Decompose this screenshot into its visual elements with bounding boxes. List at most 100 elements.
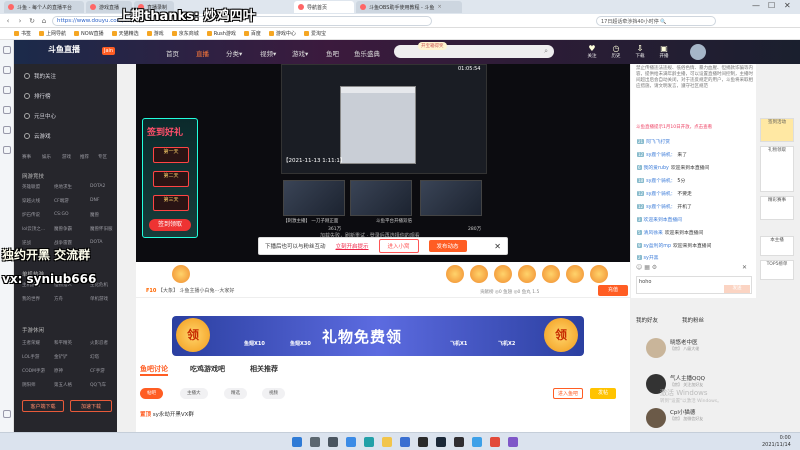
accelerate-download-button[interactable]: 加速下载 xyxy=(70,400,112,412)
nav-video[interactable]: 视频▾ xyxy=(260,48,276,58)
sidebar-cell[interactable]: 第五人格 xyxy=(54,382,72,388)
header-start-live[interactable]: ▣ 开播 xyxy=(652,44,676,59)
settings-icon[interactable] xyxy=(3,410,11,418)
taskview-icon[interactable] xyxy=(328,437,338,447)
client-download-button[interactable]: 客户端下载 xyxy=(22,400,64,412)
friend-item[interactable]: Cpl小猫德 【房】 加微信好友 xyxy=(646,408,703,428)
game-icon[interactable] xyxy=(3,146,11,154)
chat-tools[interactable]: ☺ ▦ ⚙ xyxy=(636,264,657,271)
widgets-icon[interactable] xyxy=(346,437,356,447)
bookmark-item[interactable]: 游戏中心 xyxy=(268,30,296,37)
send-button[interactable]: 发送 xyxy=(724,285,750,293)
emoji-icon[interactable]: ☺ xyxy=(636,264,642,271)
enter-nest-button[interactable]: 进入小窝 xyxy=(378,239,419,253)
filter-pill[interactable]: 帖吧 xyxy=(140,388,163,399)
sidebar-cell[interactable]: 火影忍者 xyxy=(90,340,108,346)
gift-icon[interactable] xyxy=(470,265,488,283)
explorer-icon[interactable] xyxy=(382,437,392,447)
bookmark-item[interactable]: 爱淘宝 xyxy=(303,30,326,37)
tab-friends[interactable]: 我的好友 xyxy=(636,316,658,324)
home-icon[interactable]: ⌂ xyxy=(40,17,48,25)
bookmark-item[interactable]: 游戏 xyxy=(146,30,164,37)
sidebar-cell[interactable]: 王者荣耀 xyxy=(22,340,40,346)
nav-festival[interactable]: 鱼乐盛典 xyxy=(354,48,380,58)
sidebar-row-icon[interactable]: 专区 xyxy=(98,154,107,160)
sidebar-cell[interactable]: CS:GO xyxy=(54,212,69,217)
back-icon[interactable]: ‹ xyxy=(4,17,12,25)
sidebar-cell[interactable]: 绝地求生 xyxy=(54,184,72,190)
sidebar-cell[interactable]: CODM手游 xyxy=(22,368,45,374)
recharge-button[interactable]: 充值 xyxy=(598,285,628,296)
close-window-icon[interactable]: ✕ xyxy=(784,1,791,10)
browser-tab[interactable]: 斗鱼OBS助手使用教程 - 斗鱼 × xyxy=(356,1,462,13)
app-icon[interactable] xyxy=(508,437,518,447)
steam-icon[interactable] xyxy=(436,437,446,447)
signin-claim-button[interactable]: 签到领取 xyxy=(149,219,191,231)
tab-related[interactable]: 相关推荐 xyxy=(250,364,278,374)
sidebar-row-icon[interactable]: 推荐 xyxy=(80,154,89,160)
float-item[interactable]: 本主播 xyxy=(760,236,794,256)
search-icon[interactable]: ⌕ xyxy=(544,47,548,56)
bookmark-item[interactable]: 书签 xyxy=(14,30,31,37)
sidebar-cell[interactable]: lol云顶之… xyxy=(22,226,45,232)
download-icon[interactable] xyxy=(3,86,11,94)
claim-badge[interactable]: 领 xyxy=(176,318,210,352)
bookmark-item[interactable]: 天猫精选 xyxy=(111,30,139,37)
app-icon[interactable] xyxy=(490,437,500,447)
history-icon[interactable] xyxy=(3,66,11,74)
tab-game-bar[interactable]: 吃鸡游戏吧 xyxy=(190,364,225,374)
bookmark-item[interactable]: 百度 xyxy=(243,30,261,37)
tab-yuba-discussion[interactable]: 鱼吧讨论 xyxy=(140,364,168,376)
sidebar-cell[interactable]: 和平精英 xyxy=(54,340,72,346)
sidebar-cell[interactable]: 英雄联盟 xyxy=(22,184,40,190)
sidebar-cell[interactable]: 魔兽争霸 xyxy=(54,226,72,232)
nav-category[interactable]: 分类▾ xyxy=(226,48,242,58)
sidebar-cell[interactable]: DOTA xyxy=(90,240,103,245)
app-icon[interactable] xyxy=(418,437,428,447)
float-item[interactable]: TOP5榜单 xyxy=(760,260,794,280)
sidebar-cell[interactable]: 穿越火线 xyxy=(22,198,40,204)
search-icon[interactable] xyxy=(310,437,320,447)
filter-pill[interactable]: 视频 xyxy=(262,388,285,399)
sidebar-item-rank[interactable]: 排行榜 xyxy=(24,92,51,100)
sidebar-cell[interactable]: 炉石传说 xyxy=(22,212,40,218)
sidebar-cell[interactable]: 单机游戏 xyxy=(90,296,108,302)
float-item[interactable]: 礼物领取 xyxy=(760,146,794,192)
sidebar-cell[interactable]: 魔兽 xyxy=(90,212,99,218)
nav-games[interactable]: 游戏▾ xyxy=(292,48,308,58)
browser-icon[interactable] xyxy=(472,437,482,447)
close-icon[interactable]: ✕ xyxy=(742,264,747,271)
sidebar-cell[interactable]: 幻塔 xyxy=(90,354,99,360)
sidebar-cell[interactable]: 原神 xyxy=(54,368,63,374)
header-follow[interactable]: ♥ 关注 xyxy=(580,44,604,59)
signin-gift-banner[interactable]: 签到好礼 第一天 第二天 第三天 签到领取 xyxy=(142,118,198,238)
sidebar-item-follow[interactable]: 我的关注 xyxy=(24,72,56,80)
claim-badge[interactable]: 领 xyxy=(544,318,578,352)
nav-yuba[interactable]: 鱼吧 xyxy=(326,48,339,58)
enter-yuba-button[interactable]: 进入鱼吧 xyxy=(553,388,583,399)
obs-icon[interactable] xyxy=(454,437,464,447)
maximize-icon[interactable]: ☐ xyxy=(768,1,775,10)
video-thumbnail[interactable] xyxy=(283,180,345,216)
close-icon[interactable]: × xyxy=(437,4,441,10)
edge-icon[interactable] xyxy=(364,437,374,447)
filter-pill[interactable]: 精选 xyxy=(224,388,247,399)
bookmark-item[interactable]: 上网导航 xyxy=(39,30,66,37)
chat-system-notice[interactable]: 斗鱼直播提示1月10日开放，点击查看 xyxy=(636,124,754,130)
forward-icon[interactable]: › xyxy=(16,17,24,25)
taskbar-clock[interactable]: 0:00 2021/11/14 xyxy=(762,435,791,449)
gift-icon[interactable] xyxy=(172,265,190,283)
avatar[interactable] xyxy=(690,44,706,60)
float-item[interactable]: 精彩赛事 xyxy=(760,196,794,220)
bookmark-item[interactable]: NOW直播 xyxy=(74,30,104,37)
nav-home[interactable]: 首页 xyxy=(166,48,179,58)
browser-tab[interactable]: 斗鱼 - 每个人的直播平台 xyxy=(4,1,84,13)
browser-tab-active[interactable]: 导航首页 xyxy=(294,1,354,13)
friend-item[interactable]: 晓悠老中医 【房】 八级大佬 xyxy=(646,338,699,358)
note-icon[interactable] xyxy=(3,106,11,114)
gift-icon[interactable] xyxy=(566,265,584,283)
header-history[interactable]: ◷ 历史 xyxy=(604,44,628,59)
sidebar-cell[interactable]: LOL手游 xyxy=(22,354,39,360)
gift-icon[interactable] xyxy=(494,265,512,283)
sidebar-item-cloud[interactable]: 云游戏 xyxy=(24,132,51,140)
